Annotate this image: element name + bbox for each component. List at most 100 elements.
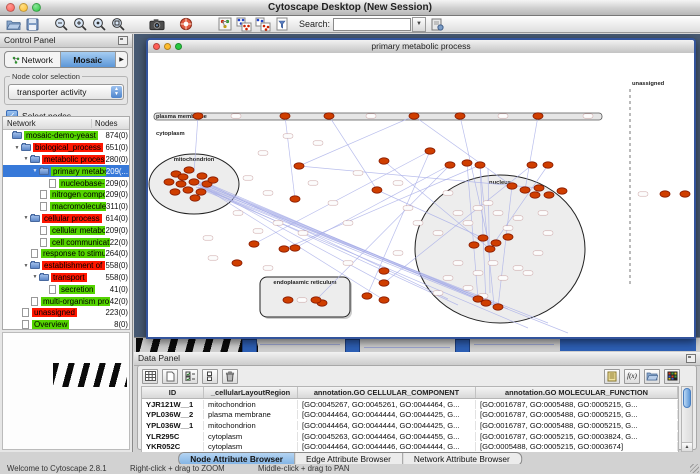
network-node[interactable] [455, 113, 465, 119]
tree-expander-icon[interactable]: ▼ [31, 274, 39, 280]
background-window-fragment[interactable] [455, 339, 470, 352]
import-attributes-icon[interactable] [644, 369, 660, 384]
network-node[interactable] [184, 167, 194, 173]
tree-expander-icon[interactable]: ▼ [22, 263, 30, 269]
tree-row[interactable]: ▼biological_process651(0) [3, 142, 129, 154]
network-node[interactable] [379, 297, 389, 303]
network-node[interactable] [176, 181, 186, 187]
tab-mosaic[interactable]: Mosaic [61, 52, 117, 67]
table-row[interactable]: YLR295Ccytoplasm[GO:0045263, GO:0044464,… [142, 431, 678, 442]
tree-row[interactable]: ▼primary metabo209(... [3, 165, 129, 177]
tree-row[interactable]: mosaic-demo-yeast874(0) [3, 130, 129, 142]
network-node[interactable] [196, 189, 206, 195]
column-header[interactable]: _cellularLayoutRegion [204, 387, 298, 398]
network-node[interactable] [164, 179, 174, 185]
new-attribute-icon[interactable] [162, 369, 178, 384]
network-node[interactable] [445, 162, 455, 168]
search-input[interactable] [333, 18, 411, 31]
help-icon[interactable] [178, 17, 194, 32]
select-attributes-icon[interactable] [182, 369, 198, 384]
network-node[interactable] [475, 162, 485, 168]
annotation-icon[interactable] [604, 369, 620, 384]
tree-row[interactable]: macromolecule311(0) [3, 201, 129, 213]
network-node[interactable] [507, 183, 517, 189]
save-icon[interactable] [24, 17, 40, 32]
background-window-fragment[interactable] [242, 339, 257, 352]
table-row[interactable]: YPL036W__2plasma membrane[GO:0044464, GO… [142, 410, 678, 421]
network-canvas[interactable]: plasma membranecytoplasmmitochondrionnuc… [148, 53, 694, 337]
network-node[interactable] [283, 297, 293, 303]
network-node[interactable] [208, 177, 218, 183]
tree-expander-icon[interactable]: ▼ [22, 156, 30, 162]
tree-expander-icon[interactable]: ▼ [31, 168, 39, 174]
filter-icon[interactable] [274, 17, 290, 32]
network-node[interactable] [379, 268, 389, 274]
network-window-titlebar[interactable]: primary metabolic process [148, 40, 694, 54]
open-icon[interactable] [5, 17, 21, 32]
tree-row[interactable]: nucleobase-c209(0) [3, 177, 129, 189]
network-node[interactable] [170, 189, 180, 195]
network-node[interactable] [294, 163, 304, 169]
network-node[interactable] [379, 158, 389, 164]
select-columns-icon[interactable] [142, 369, 158, 384]
network-node[interactable] [680, 191, 690, 197]
network-node[interactable] [462, 160, 472, 166]
zoom-selected-icon[interactable] [91, 17, 107, 32]
tree-row[interactable]: multi-organism pro42(0) [3, 295, 129, 307]
network-node[interactable] [362, 293, 372, 299]
network-node[interactable] [280, 113, 290, 119]
birds-eye-view[interactable] [2, 332, 130, 450]
tree-row[interactable]: ▼transport558(0) [3, 272, 129, 284]
search-config-icon[interactable] [429, 17, 445, 32]
tree-row[interactable]: unassigned223(0) [3, 307, 129, 319]
column-header[interactable]: annotation.GO CELLULAR_COMPONENT [298, 387, 476, 398]
network-node[interactable] [189, 179, 199, 185]
unselect-attributes-icon[interactable] [202, 369, 218, 384]
scrollbar-thumb[interactable] [683, 388, 691, 408]
tree-row[interactable]: ▼establishment of lo558(0) [3, 260, 129, 272]
node-color-dropdown[interactable]: transporter activity ▲▼ [8, 84, 124, 100]
tree-row[interactable]: secretion41(0) [3, 283, 129, 295]
background-window-fragment[interactable] [345, 339, 360, 352]
network-node[interactable] [197, 173, 207, 179]
tree-row[interactable]: cell communicat22(0) [3, 236, 129, 248]
network-node[interactable] [249, 241, 259, 247]
network-node[interactable] [232, 260, 242, 266]
column-header[interactable]: ID [142, 387, 204, 398]
network-node[interactable] [527, 162, 537, 168]
tree-row[interactable]: cellular metabo209(0) [3, 224, 129, 236]
tree-row[interactable]: response to stimulu264(0) [3, 248, 129, 260]
network-node[interactable] [503, 234, 513, 240]
network-node[interactable] [491, 240, 501, 246]
table-row[interactable]: YJR121W__1mitochondrion[GO:0045267, GO:0… [142, 399, 678, 410]
network-node[interactable] [543, 162, 553, 168]
network-node[interactable] [493, 304, 503, 310]
network-node[interactable] [478, 235, 488, 241]
network-node[interactable] [557, 188, 567, 194]
more-tabs-arrow-icon[interactable]: ▶ [116, 52, 127, 67]
network-node[interactable] [178, 174, 188, 180]
float-panel-icon[interactable] [686, 354, 696, 363]
network-node[interactable] [485, 246, 495, 252]
tree-expander-icon[interactable]: ▼ [22, 215, 30, 221]
zoom-fit-icon[interactable] [110, 17, 126, 32]
network-node[interactable] [533, 113, 543, 119]
zoom-in-icon[interactable] [72, 17, 88, 32]
network-node[interactable] [290, 245, 300, 251]
network-node[interactable] [409, 113, 419, 119]
formula-builder-icon[interactable]: f(x) [624, 369, 640, 384]
delete-attribute-icon[interactable] [222, 369, 238, 384]
network-node[interactable] [520, 187, 530, 193]
column-header[interactable]: annotation.GO MOLECULAR_FUNCTION [476, 387, 678, 398]
network-node[interactable] [311, 297, 321, 303]
tree-row[interactable]: nitrogen compo209(0) [3, 189, 129, 201]
network-node[interactable] [183, 187, 193, 193]
background-window-fragment[interactable] [560, 339, 696, 351]
search-dropdown-arrow-icon[interactable]: ▼ [412, 17, 426, 32]
network-node[interactable] [193, 113, 203, 119]
table-row[interactable]: YKR052Ccytoplasm[GO:0044464, GO:0044446,… [142, 441, 678, 452]
snapshot-camera-icon[interactable] [149, 17, 165, 32]
network-node[interactable] [279, 246, 289, 252]
network-node[interactable] [660, 191, 670, 197]
network-node[interactable] [190, 195, 200, 201]
